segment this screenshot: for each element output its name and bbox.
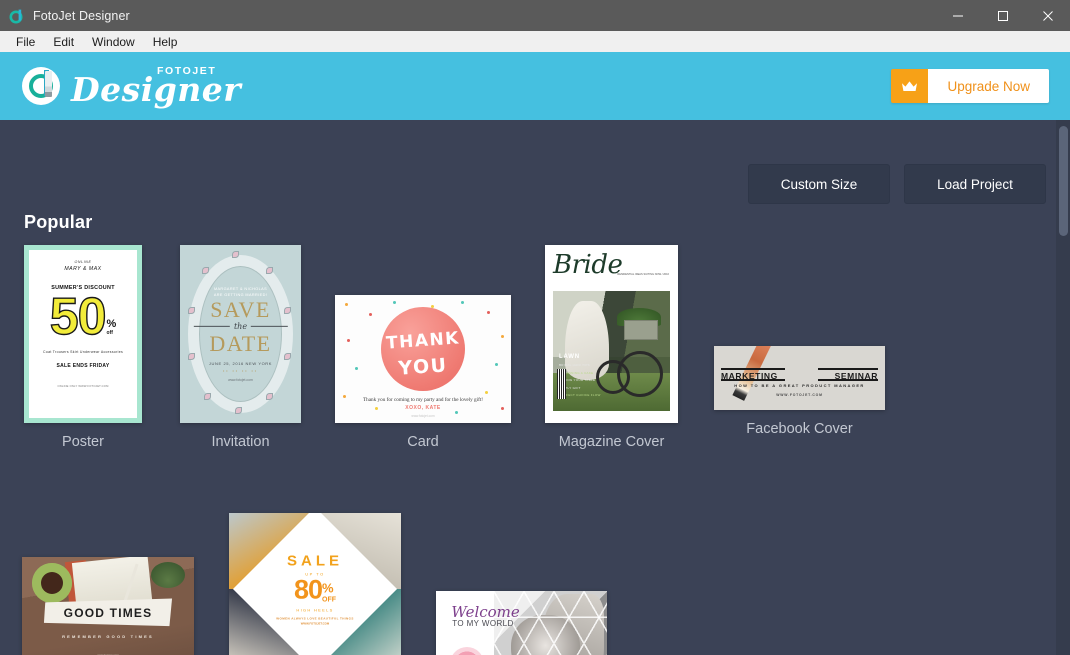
- template-label-invitation: Invitation: [211, 434, 270, 450]
- poster-sale-ends-text: SALE ENDS FRIDAY: [56, 362, 110, 369]
- sale-percent-sign: %: [322, 580, 334, 596]
- magazine-line-5: PERFECT CHOICE FLOW: [559, 393, 601, 397]
- magazine-line-3: ADDING YOUR TABLE: [559, 378, 596, 382]
- poster-percent-sign: %: [106, 317, 117, 330]
- magazine-line-2: 8 PLANNING A CAKE: [559, 370, 594, 375]
- upgrade-now-button[interactable]: Upgrade Now: [891, 69, 1049, 103]
- minimize-icon[interactable]: [935, 0, 980, 31]
- template-label-poster: Poster: [62, 434, 104, 450]
- template-card-welcome[interactable]: Welcome TO MY WORLD www.fotojet.com: [436, 591, 607, 655]
- poster-categories-text: Coat Trousers Skirt Underwear Accessorie…: [43, 349, 123, 354]
- poster-thumbnail: ONLINE MARY & MAX SUMMER'S DISCOUNT 50 %…: [24, 245, 142, 423]
- template-gallery: Custom Size Load Project Popular ONLINE …: [0, 120, 1070, 655]
- sale-tagline-text: WOMEN ALWAYS LOVE BEAUTIFUL THINGS: [276, 615, 354, 620]
- poster-discount-number: 50: [49, 288, 107, 346]
- invitation-dots: •• •• •• ••: [222, 369, 259, 374]
- good-times-thumbnail: GOOD TIMES REMEMBER GOOD TIMES www.fotoj…: [22, 557, 194, 655]
- fotojet-designer-window: FotoJet Designer File Edit Window Help D…: [0, 0, 1070, 655]
- template-label-card: Card: [407, 434, 439, 450]
- crown-icon: [891, 69, 929, 103]
- sale-amount-text: 80: [293, 573, 323, 604]
- welcome-title-text: Welcome: [451, 602, 520, 621]
- poster-online-text: ONLINE: [74, 260, 92, 264]
- menu-item-file[interactable]: File: [7, 34, 44, 50]
- sale-thumbnail: SALE UP TO 80 % OFF HIGH HEELS WOMEN ALW…: [229, 513, 401, 655]
- fotojet-app-icon: [9, 8, 25, 24]
- card-signature-text: XOXO, KATE: [405, 405, 441, 411]
- menu-item-help[interactable]: Help: [144, 34, 187, 50]
- template-label-facebook-cover: Facebook Cover: [746, 421, 853, 437]
- sale-off-text: OFF: [322, 595, 337, 603]
- window-title: FotoJet Designer: [33, 8, 130, 23]
- close-icon[interactable]: [1025, 0, 1070, 31]
- good-times-title-text: GOOD TIMES: [63, 605, 153, 620]
- upgrade-now-label: Upgrade Now: [928, 69, 1049, 103]
- welcome-subtitle-text: TO MY WORLD: [452, 619, 514, 629]
- template-card-poster[interactable]: ONLINE MARY & MAX SUMMER'S DISCOUNT 50 %…: [24, 245, 142, 450]
- sale-url-text: WWW.FOTOJET.COM: [300, 621, 330, 626]
- logo-circle-icon: [22, 67, 60, 105]
- card-thumbnail: THANK YOU Thank you for coming to my par…: [335, 295, 511, 423]
- menu-bar: File Edit Window Help: [0, 31, 1070, 52]
- card-message-text: Thank you for coming to my party and for…: [362, 397, 483, 403]
- sale-headline-text: SALE: [286, 551, 343, 569]
- invitation-url-text: www.fotojet.com: [228, 378, 253, 383]
- sale-category-text: HIGH HEELS: [296, 606, 334, 612]
- template-card-sale[interactable]: SALE UP TO 80 % OFF HIGH HEELS WOMEN ALW…: [229, 513, 401, 655]
- facebook-url-text: WWW.FOTOJET.COM: [776, 393, 823, 398]
- maximize-icon[interactable]: [980, 0, 1025, 31]
- good-times-subtitle-text: REMEMBER GOOD TIMES: [62, 634, 154, 640]
- template-grid: ONLINE MARY & MAX SUMMER'S DISCOUNT 50 %…: [0, 120, 1045, 655]
- facebook-left-word: MARKETING: [721, 370, 778, 381]
- menu-item-edit[interactable]: Edit: [44, 34, 83, 50]
- facebook-cover-thumbnail: MARKETING SEMINAR HOW TO BE A GREAT PROD…: [714, 346, 885, 410]
- facebook-right-word: SEMINAR: [834, 370, 878, 381]
- title-bar: FotoJet Designer: [0, 0, 1070, 31]
- invitation-when-text: JUNE 25, 2016 NEW YORK: [208, 361, 273, 367]
- scrollbar-thumb[interactable]: [1059, 126, 1068, 236]
- vertical-scrollbar[interactable]: [1056, 120, 1070, 655]
- template-card-magazine-cover[interactable]: Bride RESIDENTIAL IDEAS SUITING NOW / 20…: [545, 245, 678, 450]
- invitation-save-text: SAVE: [210, 296, 271, 322]
- invitation-date-text: DATE: [209, 331, 272, 357]
- brand-header: Designer FOTOJET Upgrade Now: [0, 52, 1070, 120]
- poster-off-text: off: [106, 329, 113, 336]
- invitation-the-text: the: [233, 322, 248, 332]
- window-controls: [935, 0, 1070, 31]
- brand-fotojet-word: FOTOJET: [157, 65, 217, 77]
- menu-item-window[interactable]: Window: [83, 34, 144, 50]
- welcome-thumbnail: Welcome TO MY WORLD www.fotojet.com: [436, 591, 607, 655]
- card-url-text: www.fotojet.com: [411, 414, 435, 418]
- invitation-thumbnail: MARGARET & NICHOLAS ARE GETTING MARRIED!…: [180, 245, 301, 423]
- template-card-facebook-cover[interactable]: MARKETING SEMINAR HOW TO BE A GREAT PROD…: [714, 346, 885, 437]
- card-you-text: YOU: [397, 353, 449, 380]
- magazine-thumbnail: Bride RESIDENTIAL IDEAS SUITING NOW / 20…: [545, 245, 678, 423]
- template-label-magazine-cover: Magazine Cover: [558, 434, 665, 450]
- magazine-line-4: SIMPLY GIFT: [559, 385, 581, 390]
- poster-url-text: ONLINE ONLY WWW.FOTOJET.COM: [57, 384, 109, 388]
- magazine-subtitle-text: RESIDENTIAL IDEAS SUITING NOW / 2016: [617, 273, 669, 276]
- poster-names-text: MARY & MAX: [64, 266, 102, 272]
- template-card-card[interactable]: THANK YOU Thank you for coming to my par…: [335, 295, 511, 450]
- template-card-invitation[interactable]: MARGARET & NICHOLAS ARE GETTING MARRIED!…: [180, 245, 301, 450]
- magazine-feature-text: LAWN: [559, 353, 580, 360]
- template-card-good-times[interactable]: GOOD TIMES REMEMBER GOOD TIMES www.fotoj…: [22, 557, 194, 655]
- magazine-line-1: BRIDAL HAIR TIPS: [559, 363, 590, 367]
- facebook-subtitle-text: HOW TO BE A GREAT PRODUCT MANAGER: [734, 383, 865, 389]
- fotojet-designer-logo: Designer FOTOJET: [22, 63, 251, 109]
